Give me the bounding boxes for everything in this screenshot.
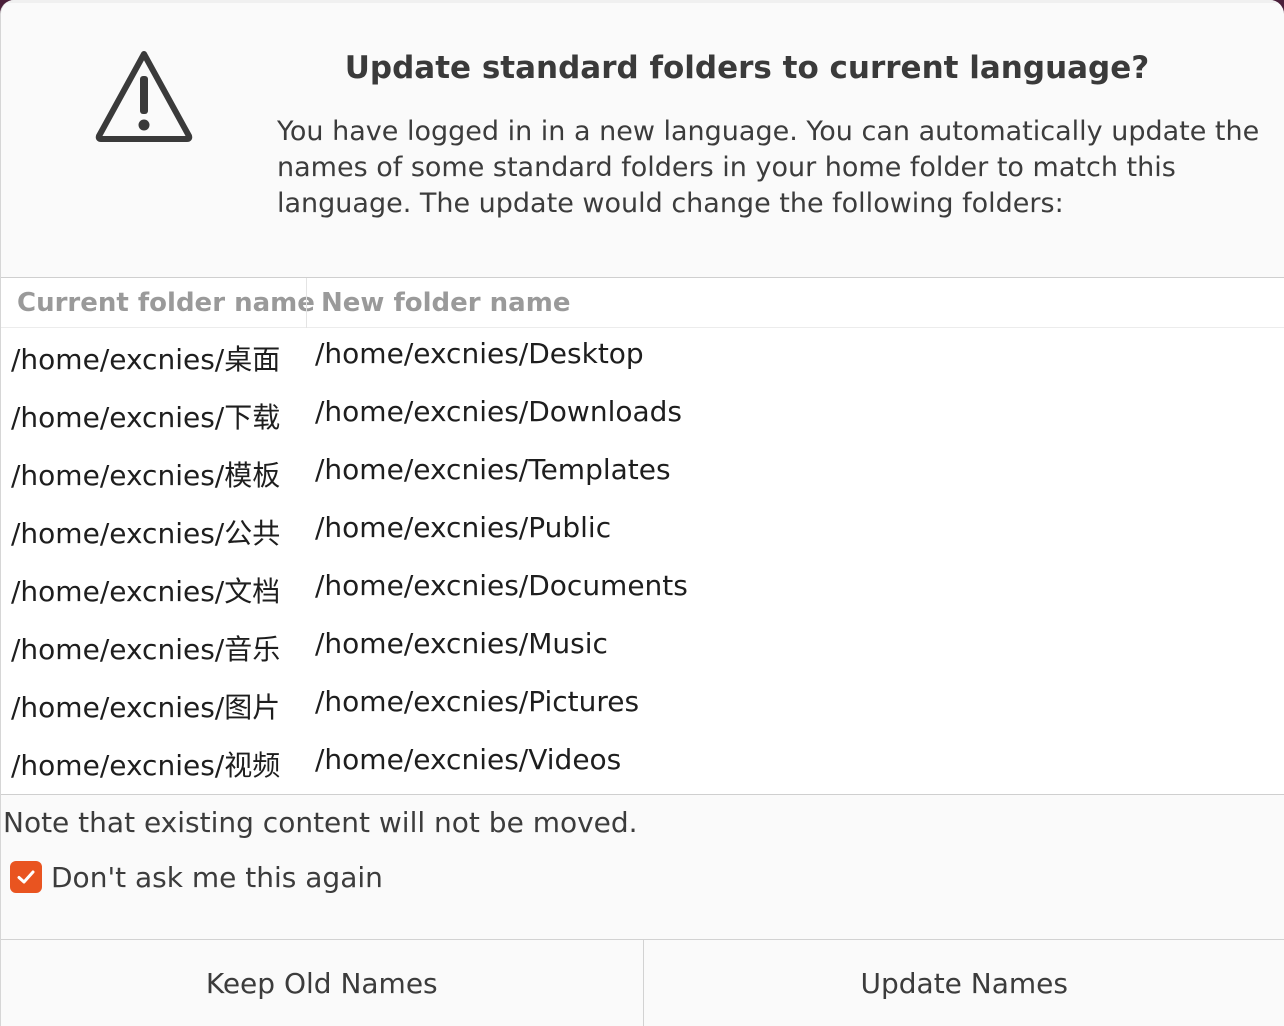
table-row[interactable]: /home/excnies/下载 /home/excnies/Downloads (1, 386, 1284, 444)
column-header-new[interactable]: New folder name (321, 278, 570, 328)
dont-ask-row[interactable]: Don't ask me this again (10, 860, 383, 894)
folder-table: Current folder name New folder name /hom… (1, 277, 1284, 795)
dont-ask-label[interactable]: Don't ask me this again (51, 861, 383, 894)
note-text: Note that existing content will not be m… (3, 806, 638, 839)
current-folder-cell: /home/excnies/文档 (11, 575, 281, 608)
folder-update-dialog: Update standard folders to current langu… (0, 0, 1284, 1026)
current-folder-cell: /home/excnies/模板 (11, 459, 281, 492)
new-folder-cell: /home/excnies/Documents (315, 569, 688, 602)
table-header: Current folder name New folder name (1, 278, 1284, 328)
new-folder-cell: /home/excnies/Music (315, 627, 608, 660)
warning-icon (95, 51, 193, 142)
checkmark-icon (17, 870, 35, 884)
new-folder-cell: /home/excnies/Desktop (315, 337, 644, 370)
new-folder-cell: /home/excnies/Videos (315, 743, 622, 776)
table-body: /home/excnies/桌面 /home/excnies/Desktop /… (1, 328, 1284, 792)
current-folder-cell: /home/excnies/公共 (11, 517, 281, 550)
table-row[interactable]: /home/excnies/音乐 /home/excnies/Music (1, 618, 1284, 676)
new-folder-cell: /home/excnies/Public (315, 511, 612, 544)
table-row[interactable]: /home/excnies/图片 /home/excnies/Pictures (1, 676, 1284, 734)
dialog-message: You have logged in in a new language. Yo… (277, 116, 1260, 219)
table-row[interactable]: /home/excnies/模板 /home/excnies/Templates (1, 444, 1284, 502)
current-folder-cell: /home/excnies/图片 (11, 691, 281, 724)
keep-old-names-button[interactable]: Keep Old Names (1, 940, 644, 1026)
table-row[interactable]: /home/excnies/文档 /home/excnies/Documents (1, 560, 1284, 618)
table-row[interactable]: /home/excnies/公共 /home/excnies/Public (1, 502, 1284, 560)
dialog-title: Update standard folders to current langu… (344, 50, 1150, 86)
new-folder-cell: /home/excnies/Pictures (315, 685, 640, 718)
table-row[interactable]: /home/excnies/视频 /home/excnies/Videos (1, 734, 1284, 792)
table-row[interactable]: /home/excnies/桌面 /home/excnies/Desktop (1, 328, 1284, 386)
column-divider (306, 278, 307, 328)
current-folder-cell: /home/excnies/下载 (11, 401, 281, 434)
current-folder-cell: /home/excnies/视频 (11, 749, 281, 782)
dialog-top-edge (1, 0, 1284, 3)
update-names-button[interactable]: Update Names (643, 940, 1284, 1026)
new-folder-cell: /home/excnies/Templates (315, 453, 671, 486)
dialog-action-bar: Keep Old Names Update Names (1, 939, 1284, 1026)
dont-ask-checkbox[interactable] (10, 861, 42, 893)
current-folder-cell: /home/excnies/桌面 (11, 343, 281, 376)
new-folder-cell: /home/excnies/Downloads (315, 395, 682, 428)
column-header-current[interactable]: Current folder name (17, 278, 315, 328)
current-folder-cell: /home/excnies/音乐 (11, 633, 281, 666)
